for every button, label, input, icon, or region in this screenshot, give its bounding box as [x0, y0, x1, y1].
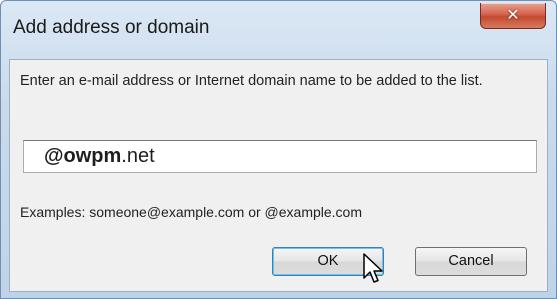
examples-text: Examples: someone@example.com or @exampl… [20, 204, 363, 220]
address-input-value-rest: .net [121, 145, 155, 167]
dialog-title: Add address or domain [13, 17, 210, 38]
mouse-pointer-icon [363, 253, 383, 283]
close-icon: ✕ [506, 5, 520, 24]
instruction-text: Enter an e-mail address or Internet doma… [20, 73, 483, 89]
address-input-value-bold: @owpm [44, 145, 122, 167]
close-button[interactable]: ✕ [480, 3, 546, 29]
dialog-body: Enter an e-mail address or Internet doma… [9, 59, 548, 292]
add-address-dialog: Add address or domain ✕ Enter an e-mail … [0, 0, 557, 299]
cancel-button[interactable]: Cancel [415, 247, 527, 276]
title-bar[interactable]: Add address or domain ✕ [1, 1, 556, 59]
address-input[interactable]: @owpm.net [23, 140, 537, 173]
